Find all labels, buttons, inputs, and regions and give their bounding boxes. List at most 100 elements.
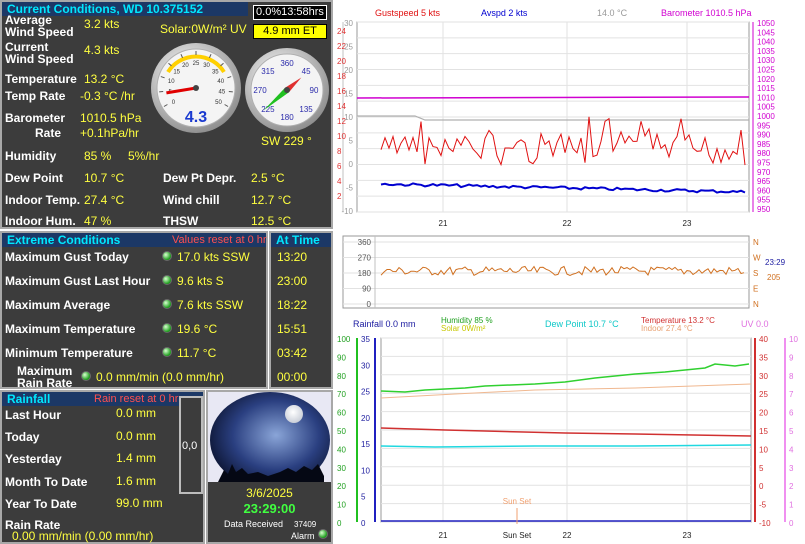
uv-tick-label: 0 xyxy=(789,519,794,528)
rain-tick-label: 10 xyxy=(361,466,370,475)
legend-solar: Solar 0W/m² xyxy=(441,324,486,333)
current-conditions-panel: Current Conditions, WD 10.375152 0.0%13:… xyxy=(0,0,333,229)
legend-gust: Gustspeed 5 kts xyxy=(375,8,441,18)
extreme-row-value: 19.6 °C xyxy=(177,322,218,336)
temp-tick-label: -10 xyxy=(341,207,353,216)
uv-tick-label: 9 xyxy=(789,353,794,362)
extreme-row-label: Maximum Rain Rate xyxy=(17,364,73,390)
thsw-label: THSW xyxy=(163,214,199,228)
sky-panel: 3/6/2025 23:29:00 Data Received 37409 Al… xyxy=(206,390,333,544)
baro-tick-label: 995 xyxy=(757,121,771,130)
baro-tick-label: 955 xyxy=(757,196,771,205)
today-value: 0.0 mm xyxy=(116,429,157,443)
baro-tick-label: 1015 xyxy=(757,84,775,93)
uv-tick-label: 10 xyxy=(789,335,798,344)
temp-tick-label: 15 xyxy=(344,90,353,99)
moon-icon xyxy=(285,405,303,423)
sky-camera-image[interactable] xyxy=(208,392,331,482)
timer-box: 0.0%13:58hrs xyxy=(253,5,327,20)
left-tick-label: 4 xyxy=(337,177,342,186)
rain-tick-label: 15 xyxy=(361,440,370,449)
at-time-title: At Time xyxy=(271,233,331,247)
rain-tick-label: 20 xyxy=(361,414,370,423)
rain-tick-label: 35 xyxy=(361,335,370,344)
temp-tick-label: 40 xyxy=(759,335,768,344)
humidity-tick-label: 60 xyxy=(337,409,346,418)
extreme-reset-note: Values reset at 0 hr xyxy=(172,234,267,246)
baro-tick-label: 1045 xyxy=(757,28,775,37)
rain-tick-label: 25 xyxy=(361,388,370,397)
cur-wind-value: 4.3 kts xyxy=(84,43,120,57)
humidity-tick-label: 100 xyxy=(337,335,351,344)
alarm-label: Alarm xyxy=(291,531,315,541)
temp-value: 13.2 °C xyxy=(84,72,125,86)
temp-rate-value: -0.3 °C /hr xyxy=(80,89,135,103)
extreme-row-label: Maximum Gust Today xyxy=(5,250,129,264)
month-label: Month To Date xyxy=(5,475,88,489)
left-tick-label: 10 xyxy=(337,132,346,141)
temp-tick-label: 10 xyxy=(344,113,353,122)
rain-tick-label: 0 xyxy=(361,519,366,528)
temp-tick-label: 0 xyxy=(759,482,764,491)
baro-tick-label: 1035 xyxy=(757,47,775,56)
uv-tick-label: 7 xyxy=(789,390,794,399)
humidity-rate-value: 5%/hr xyxy=(128,149,160,163)
alarm-indicator-icon[interactable] xyxy=(318,529,328,539)
baro-tick-label: 975 xyxy=(757,159,771,168)
indoor-hum-label: Indoor Hum. xyxy=(5,214,76,228)
temp-tick-label: 5 xyxy=(349,137,354,146)
speed-tick-label: 45 xyxy=(219,90,226,96)
humidity-tick-label: 50 xyxy=(337,427,346,436)
dir-tick-label: 270 xyxy=(358,254,372,263)
et-box: 4.9 mm ET xyxy=(253,24,327,39)
temp-label: Temperature xyxy=(5,72,77,86)
solar-readout: Solar:0W/m² UV xyxy=(160,22,247,36)
uv-tick-label: 5 xyxy=(789,427,794,436)
humidity-tick-label: 90 xyxy=(337,353,346,362)
temp-tick-label: -5 xyxy=(346,184,354,193)
month-value: 1.6 mm xyxy=(116,474,157,488)
dir-graph-value: 205 xyxy=(767,273,781,282)
sky-date: 3/6/2025 xyxy=(246,486,293,500)
legend-rain: Rainfall 0.0 mm xyxy=(353,319,416,329)
legend-indoor: Indoor 27.4 °C xyxy=(641,324,693,333)
rain-humidity-temp-graph: 1009080706050403020100353025201510504035… xyxy=(335,312,805,544)
wind-direction-gauge: 3604590135180225270315 xyxy=(245,48,329,132)
humidity-tick-label: 20 xyxy=(337,482,346,491)
temp-tick-label: 30 xyxy=(344,19,353,28)
speed-tick-label: 50 xyxy=(215,100,222,106)
baro-tick-label: 985 xyxy=(757,140,771,149)
extreme-row-time: 23:00 xyxy=(277,274,308,288)
baro-tick-label: 1040 xyxy=(757,38,775,47)
legend-baro: Barometer 1010.5 hPa xyxy=(661,8,752,18)
extreme-row-label: Maximum Temperature xyxy=(5,322,136,336)
speed-tick-label: 30 xyxy=(203,63,210,69)
indicator-icon xyxy=(162,251,172,261)
baro-tick-label: 970 xyxy=(757,168,771,177)
baro-tick-label: 1025 xyxy=(757,66,775,75)
indoor-hum-value: 47 % xyxy=(84,214,112,228)
rain-tick-label: 5 xyxy=(361,493,366,502)
wind-direction-graph: 360270180900NWSEN23:29205 xyxy=(335,232,805,312)
year-value: 99.0 mm xyxy=(116,496,163,510)
dir-tick-label: 360 xyxy=(358,238,372,247)
speed-tick-label: 15 xyxy=(173,70,180,76)
left-tick-label: 8 xyxy=(337,147,342,156)
indicator-icon xyxy=(162,299,172,309)
dew-depr-value: 2.5 °C xyxy=(251,171,285,185)
extreme-row-value: 11.7 °C xyxy=(177,346,217,360)
x-tick-label: 22 xyxy=(563,531,572,540)
baro-tick-label: 965 xyxy=(757,177,771,186)
extreme-conditions-panel: Extreme Conditions Values reset at 0 hr … xyxy=(0,231,268,389)
x-tick-label: 23 xyxy=(683,531,692,540)
baro-label: Barometer xyxy=(5,111,66,125)
direction-tick-label: 315 xyxy=(261,67,275,76)
dew-label: Dew Point xyxy=(5,171,64,185)
direction-tick-label: 180 xyxy=(280,113,294,122)
year-label: Year To Date xyxy=(5,497,77,511)
baro-tick-label: 960 xyxy=(757,186,771,195)
windchill-value: 12.7 °C xyxy=(251,193,292,207)
extreme-row-label: Minimum Temperature xyxy=(5,346,133,360)
indicator-icon xyxy=(162,347,172,357)
baro-tick-label: 1010 xyxy=(757,93,775,102)
